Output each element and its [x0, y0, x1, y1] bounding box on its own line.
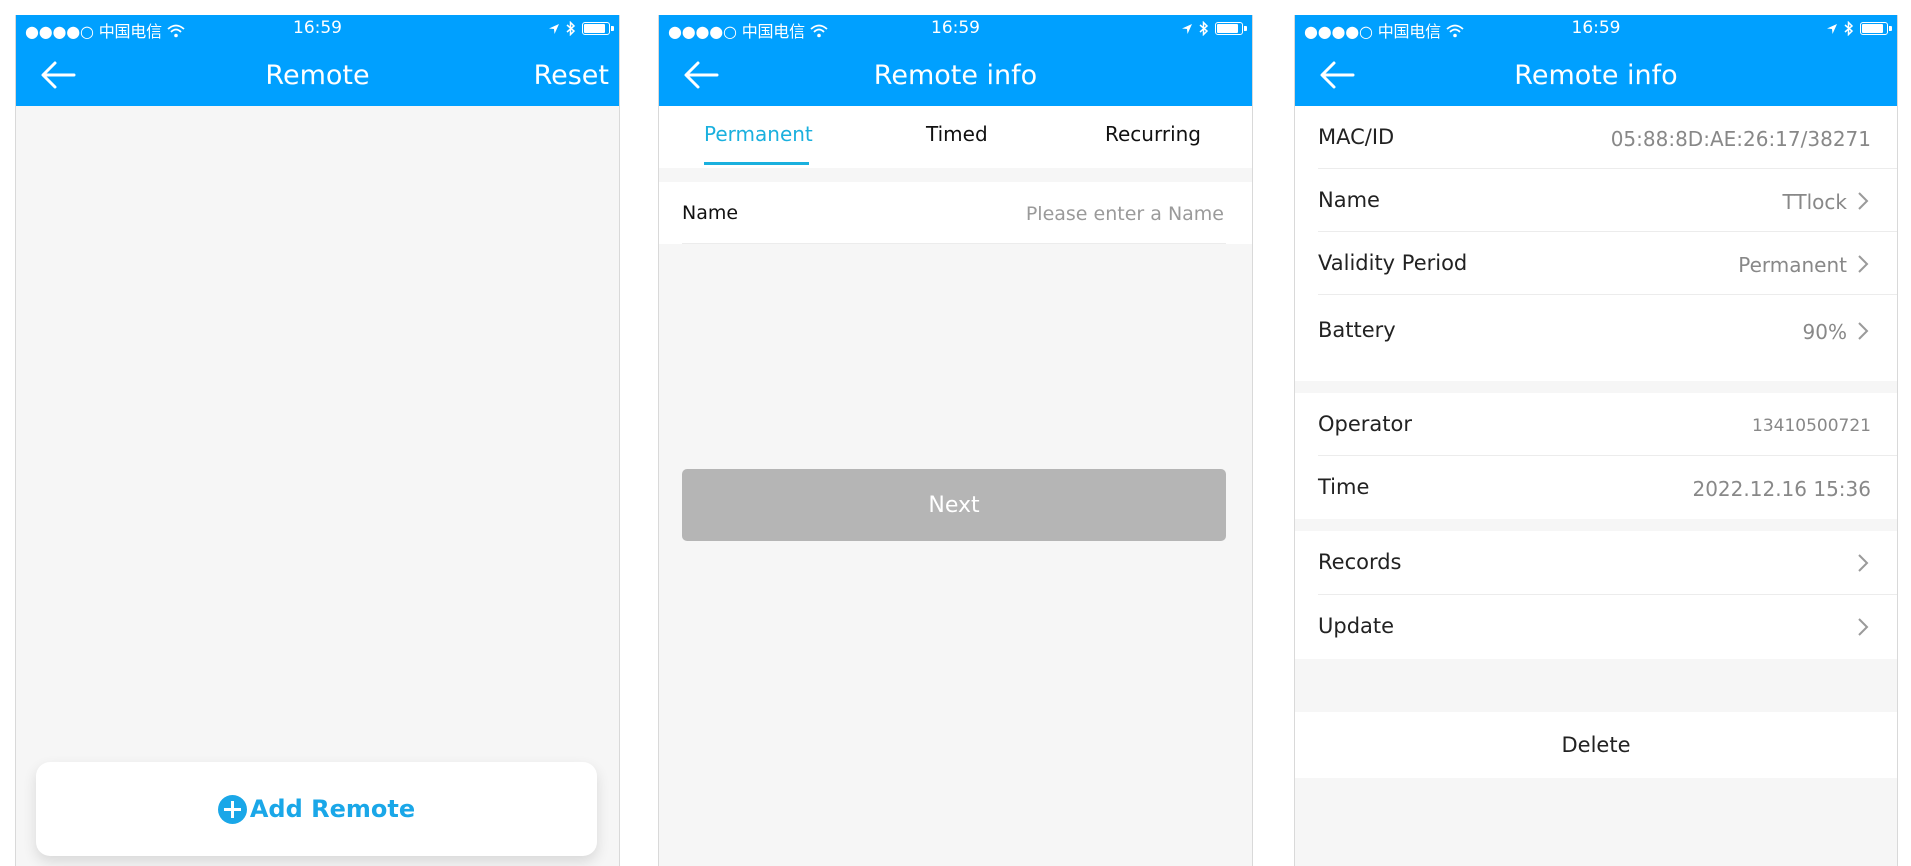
plus-circle-icon: [217, 794, 247, 824]
status-time: 16:59: [931, 18, 980, 38]
battery-icon: [1860, 22, 1892, 35]
row-label: Battery: [1318, 318, 1396, 342]
info-group-actions: Records Update: [1295, 531, 1897, 659]
status-bar: ●●●●○ 中国电信 16:59: [1295, 15, 1897, 43]
status-time: 16:59: [1571, 18, 1621, 38]
location-arrow-icon: [549, 23, 559, 34]
row-label: MAC/ID: [1318, 125, 1395, 149]
battery-icon: [1215, 22, 1247, 35]
row-mac-id: MAC/ID 05:88:8D:AE:26:17/38271: [1295, 106, 1897, 169]
chevron-right-icon: [1858, 322, 1869, 340]
page-title: Remote info: [873, 60, 1038, 91]
row-label: Time: [1318, 475, 1370, 499]
chevron-right-icon: [1858, 554, 1869, 572]
name-row: Name: [659, 182, 1252, 244]
next-button[interactable]: Next: [682, 469, 1226, 541]
delete-button[interactable]: Delete: [1295, 712, 1897, 778]
divider: [682, 243, 1226, 244]
info-group-device: MAC/ID 05:88:8D:AE:26:17/38271 Name TTlo…: [1295, 106, 1897, 381]
row-value: 05:88:8D:AE:26:17/38271: [1610, 127, 1871, 151]
status-time: 16:59: [293, 18, 342, 38]
bluetooth-icon: [1199, 21, 1209, 36]
bluetooth-icon: [1844, 21, 1854, 36]
row-name[interactable]: Name TTlock: [1295, 169, 1897, 232]
battery-icon: [582, 22, 614, 35]
divider: [1318, 294, 1897, 295]
name-input[interactable]: [962, 196, 1226, 232]
row-operator: Operator 13410500721: [1295, 393, 1897, 456]
page-title: Remote info: [1514, 60, 1678, 91]
nav-bar: Remote info: [659, 43, 1252, 106]
remote-info-detail-screen: ●●●●○ 中国电信 16:59 Remote info MAC/ID 05:8…: [1294, 15, 1898, 866]
row-label: Records: [1318, 550, 1402, 574]
row-label: Operator: [1318, 412, 1412, 436]
chevron-right-icon: [1858, 255, 1869, 273]
row-label: Validity Period: [1318, 251, 1468, 275]
status-icons: [1181, 21, 1247, 36]
row-time: Time 2022.12.16 15:36: [1295, 456, 1897, 519]
chevron-right-icon: [1858, 192, 1869, 210]
add-remote-label: Add Remote: [249, 795, 416, 823]
status-icons: [548, 21, 614, 36]
row-validity-period[interactable]: Validity Period Permanent: [1295, 232, 1897, 295]
active-tab-indicator: [704, 162, 809, 165]
row-label: Name: [1318, 188, 1380, 212]
tab-recurring[interactable]: Recurring: [1105, 122, 1201, 146]
info-group-operator: Operator 13410500721 Time 2022.12.16 15:…: [1295, 393, 1897, 519]
row-value: 90%: [1802, 320, 1847, 344]
bluetooth-icon: [566, 21, 576, 36]
row-value: Permanent: [1738, 253, 1847, 277]
page-title: Remote: [265, 60, 370, 91]
nav-bar: Remote info: [1295, 43, 1897, 106]
name-label: Name: [682, 202, 739, 224]
status-icons: [1826, 21, 1892, 36]
status-bar: ●●●●○ 中国电信 16:59: [659, 15, 1252, 43]
reset-button[interactable]: Reset: [534, 60, 609, 91]
row-update[interactable]: Update: [1295, 595, 1897, 659]
row-records[interactable]: Records: [1295, 531, 1897, 595]
location-arrow-icon: [1827, 23, 1837, 34]
row-label: Update: [1318, 614, 1395, 638]
nav-bar: Remote Reset: [16, 43, 619, 106]
row-value: 13410500721: [1752, 416, 1871, 436]
location-arrow-icon: [1182, 23, 1192, 34]
chevron-right-icon: [1858, 618, 1869, 636]
status-bar: ●●●●○ 中国电信 16:59: [16, 15, 619, 43]
add-remote-button[interactable]: Add Remote: [36, 762, 597, 856]
row-value: TTlock: [1782, 190, 1847, 214]
validity-tabs: Permanent Timed Recurring: [659, 106, 1252, 168]
remote-list-screen: ●●●●○ 中国电信 16:59 Remote Reset Add Remote: [15, 15, 620, 866]
remote-info-add-screen: ●●●●○ 中国电信 16:59 Remote info Permanent T…: [658, 15, 1253, 866]
tab-permanent[interactable]: Permanent: [704, 122, 813, 146]
tab-timed[interactable]: Timed: [926, 122, 988, 146]
row-value: 2022.12.16 15:36: [1692, 477, 1871, 501]
row-battery[interactable]: Battery 90%: [1295, 299, 1897, 369]
